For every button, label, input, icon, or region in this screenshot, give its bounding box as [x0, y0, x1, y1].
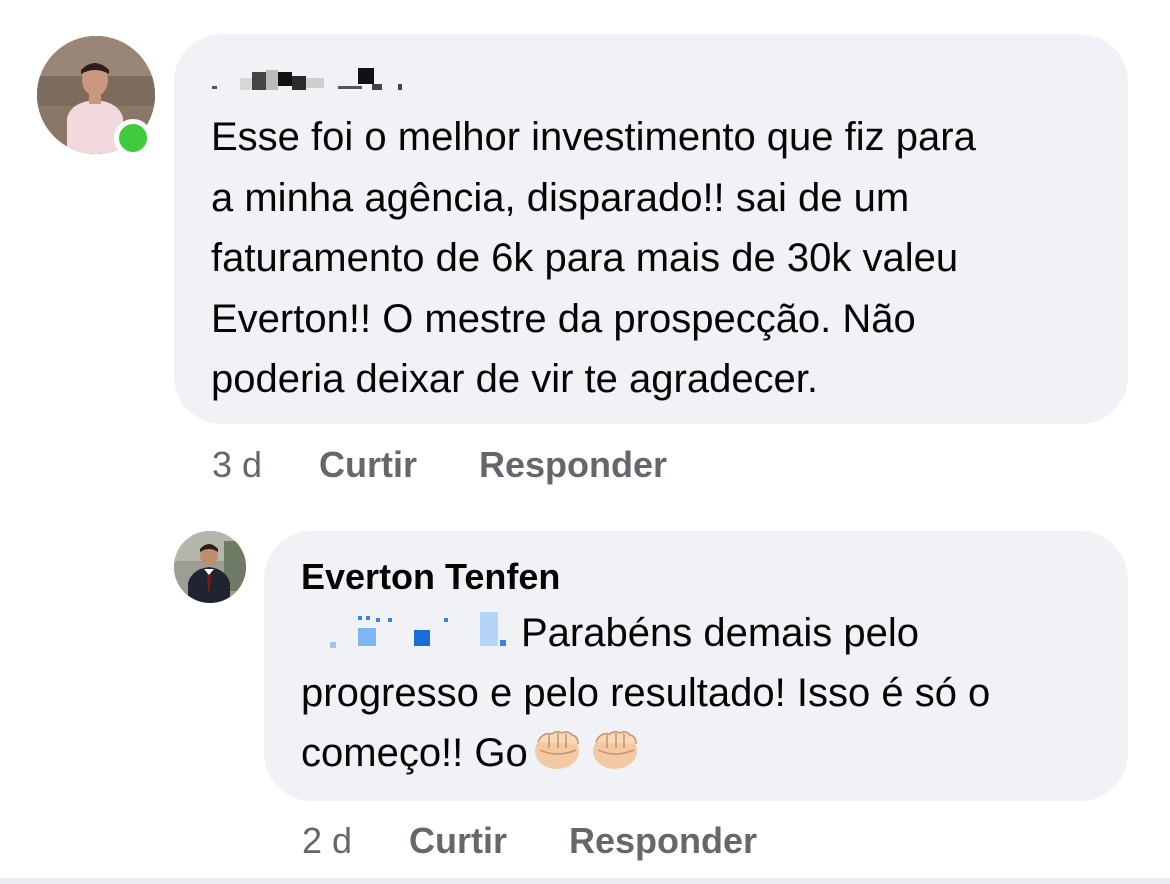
reply-author-avatar[interactable]	[174, 531, 246, 603]
person-photo-icon	[174, 531, 246, 603]
comment-timestamp[interactable]: 3 d	[212, 444, 262, 486]
like-button[interactable]: Curtir	[319, 444, 417, 486]
reply-text-line: começo!! Go	[301, 723, 640, 783]
fist-bump-icon	[592, 730, 637, 769]
comment-text: Esse foi o melhor investimento que fiz p…	[211, 115, 976, 401]
reply-text-end: começo!! Go	[301, 731, 528, 775]
reply-button[interactable]: Responder	[569, 820, 757, 862]
comment-thread: Esse foi o melhor investimento que fiz p…	[0, 0, 1170, 884]
reply-button[interactable]: Responder	[479, 444, 667, 486]
reply-text-line: progresso e pelo resultado! Isso é só o	[301, 671, 991, 715]
online-status-indicator	[114, 119, 152, 157]
redacted-author-name[interactable]	[212, 64, 412, 94]
reply-author-name[interactable]: Everton Tenfen	[301, 556, 560, 598]
like-button[interactable]: Curtir	[409, 820, 507, 862]
fist-bump-icon	[534, 730, 579, 769]
reply-text-line: Parabéns demais pelo	[521, 611, 920, 655]
reply-timestamp[interactable]: 2 d	[302, 820, 352, 862]
redacted-mention[interactable]	[330, 610, 510, 654]
divider	[0, 878, 1170, 884]
